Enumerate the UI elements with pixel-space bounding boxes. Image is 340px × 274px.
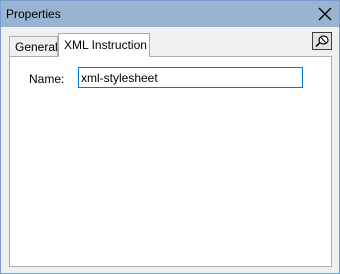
tab-general-label: General (15, 40, 58, 54)
pin-button[interactable] (312, 32, 332, 50)
name-input[interactable] (78, 67, 303, 88)
name-label: Name: (29, 72, 65, 86)
xml-instruction-panel: Name: (9, 56, 332, 267)
pin-icon (315, 35, 329, 47)
tab-strip: General XML Instruction (9, 31, 309, 57)
tab-xml-instruction[interactable]: XML Instruction (58, 33, 150, 57)
tab-xml-instruction-label: XML Instruction (64, 38, 147, 52)
title-bar[interactable]: Properties (1, 1, 339, 27)
close-button[interactable] (317, 6, 333, 22)
tab-general[interactable]: General (9, 36, 58, 56)
close-icon (318, 7, 332, 21)
properties-window: Properties General XML Instruction Name: (0, 0, 340, 274)
window-title: Properties (6, 7, 61, 21)
